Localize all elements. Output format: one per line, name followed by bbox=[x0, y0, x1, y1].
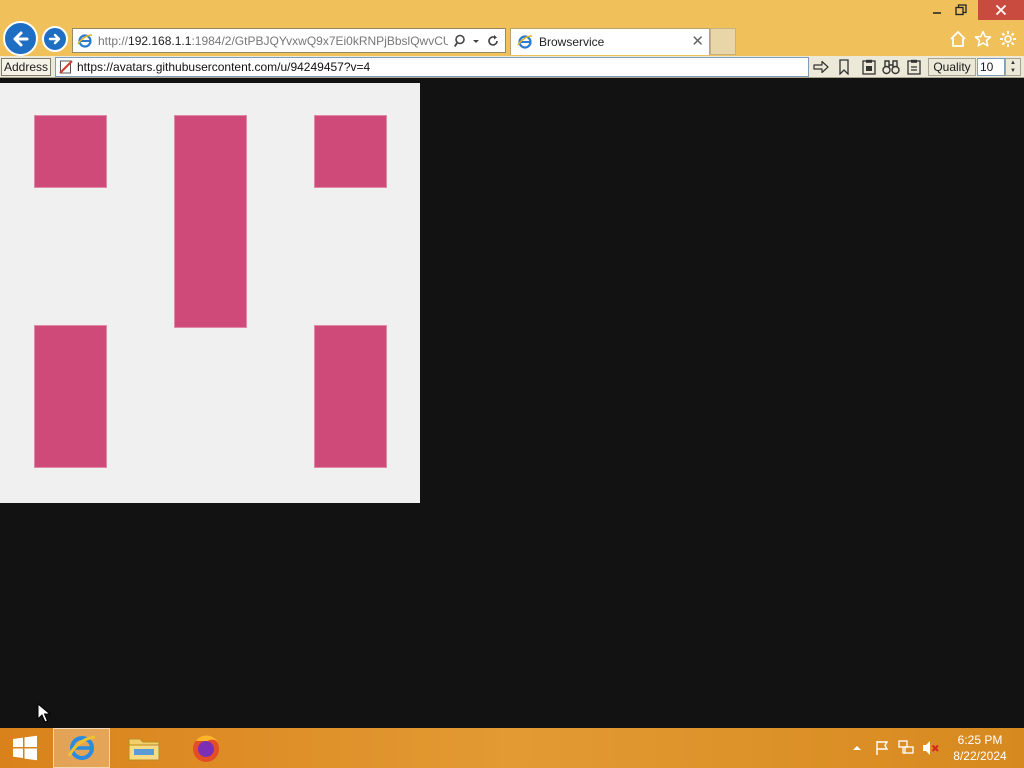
tab-title: Browservice bbox=[539, 35, 605, 49]
volume-muted-icon[interactable] bbox=[920, 728, 942, 768]
new-tab-button[interactable] bbox=[710, 28, 736, 55]
address-url-text: https://avatars.githubusercontent.com/u/… bbox=[77, 60, 371, 74]
favorites-star-icon[interactable] bbox=[973, 29, 993, 49]
address-input[interactable]: https://avatars.githubusercontent.com/u/… bbox=[55, 57, 809, 77]
show-hidden-icons-button[interactable] bbox=[850, 728, 864, 768]
bookmark-button[interactable] bbox=[835, 58, 853, 76]
go-button[interactable] bbox=[812, 58, 830, 76]
spin-up-icon[interactable]: ▲ bbox=[1006, 59, 1020, 67]
address-toolbar: Address https://avatars.githubuserconten… bbox=[0, 56, 1024, 78]
identicon-block bbox=[315, 326, 386, 467]
find-button[interactable] bbox=[882, 58, 900, 76]
spin-down-icon[interactable]: ▼ bbox=[1006, 67, 1020, 75]
insecure-page-icon bbox=[59, 60, 73, 74]
taskbar-file-explorer[interactable] bbox=[115, 728, 172, 768]
clipboard-button[interactable] bbox=[860, 58, 878, 76]
close-window-button[interactable] bbox=[978, 0, 1024, 20]
arrow-left-icon bbox=[13, 31, 28, 46]
tab-browservice[interactable]: Browservice ✕ bbox=[510, 28, 710, 55]
bookmark-icon bbox=[839, 59, 849, 75]
identicon-block bbox=[315, 116, 386, 187]
internet-explorer-icon bbox=[67, 735, 95, 760]
start-button[interactable] bbox=[0, 728, 50, 768]
identicon-image bbox=[0, 83, 420, 503]
home-icon[interactable] bbox=[948, 29, 968, 49]
clock-date: 8/22/2024 bbox=[953, 749, 1007, 763]
page-viewport bbox=[0, 79, 1024, 728]
restore-button[interactable] bbox=[946, 0, 976, 20]
dropdown-arrow-icon[interactable] bbox=[471, 36, 481, 46]
go-arrow-icon bbox=[813, 60, 829, 74]
clipboard-icon bbox=[862, 59, 876, 75]
identicon-block bbox=[35, 116, 106, 187]
close-icon bbox=[995, 4, 1007, 16]
network-icon[interactable] bbox=[895, 728, 917, 768]
browser-url-bar[interactable]: http://192.168.1.1:1984/2/GtPBJQYvxwQ9x7… bbox=[72, 28, 506, 53]
back-button[interactable] bbox=[3, 21, 38, 56]
quality-input[interactable]: 10 bbox=[977, 58, 1005, 76]
restore-icon bbox=[955, 4, 967, 16]
ie-tab-icon bbox=[517, 35, 533, 49]
ie-page-icon bbox=[77, 33, 93, 48]
address-label: Address bbox=[1, 58, 51, 76]
binoculars-icon bbox=[882, 60, 900, 75]
forward-button[interactable] bbox=[42, 26, 68, 52]
taskbar-internet-explorer[interactable] bbox=[53, 728, 110, 768]
action-center-flag-icon[interactable] bbox=[872, 728, 892, 768]
arrow-right-icon bbox=[48, 33, 61, 45]
settings-gear-icon[interactable] bbox=[998, 29, 1018, 49]
chevron-up-icon bbox=[853, 746, 861, 750]
paste-icon bbox=[907, 59, 921, 75]
identicon-block bbox=[175, 116, 246, 327]
taskbar-clock[interactable]: 6:25 PM 8/22/2024 bbox=[944, 732, 1016, 764]
mouse-cursor-icon bbox=[37, 703, 51, 723]
taskbar-firefox[interactable] bbox=[177, 728, 234, 768]
taskbar: 6:25 PM 8/22/2024 bbox=[0, 728, 1024, 768]
refresh-icon[interactable] bbox=[486, 34, 500, 48]
firefox-icon bbox=[192, 735, 219, 762]
windows-logo-icon bbox=[13, 735, 37, 761]
quality-spinner[interactable]: ▲ ▼ bbox=[1005, 58, 1021, 76]
search-icon[interactable] bbox=[454, 34, 468, 48]
identicon-block bbox=[35, 326, 106, 467]
minimize-icon bbox=[933, 12, 941, 14]
clock-time: 6:25 PM bbox=[957, 733, 1003, 747]
paste-button[interactable] bbox=[905, 58, 923, 76]
browser-title-bar: http://192.168.1.1:1984/2/GtPBJQYvxwQ9x7… bbox=[0, 0, 1024, 56]
browser-url-text: http://192.168.1.1:1984/2/GtPBJQYvxwQ9x7… bbox=[98, 33, 448, 48]
folder-icon bbox=[128, 738, 159, 761]
tab-close-icon[interactable]: ✕ bbox=[691, 34, 704, 49]
quality-label: Quality bbox=[928, 58, 976, 76]
